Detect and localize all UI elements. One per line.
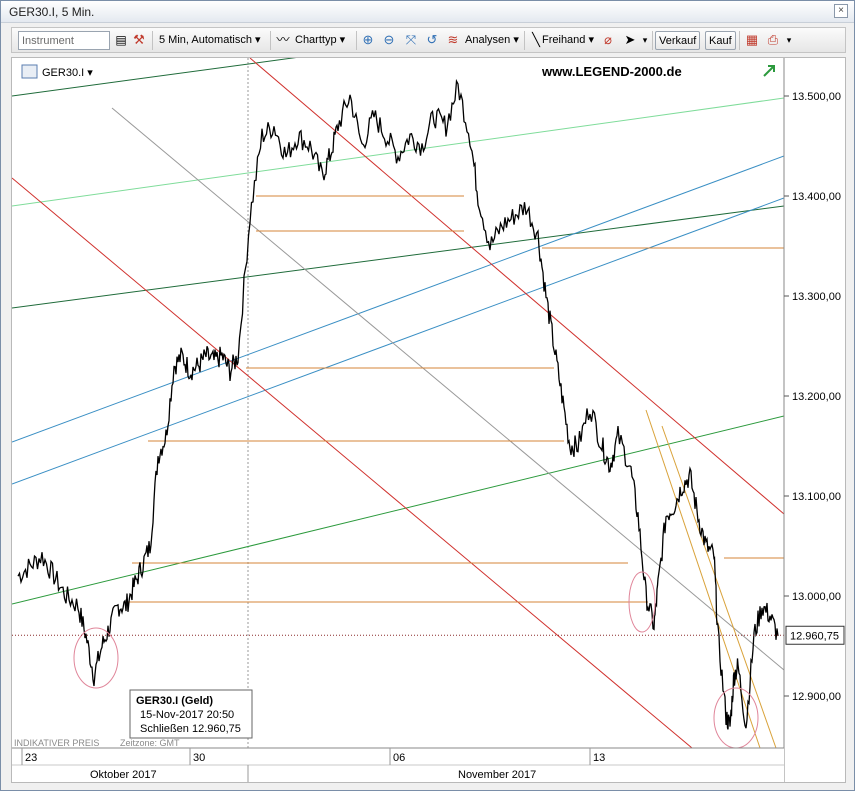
- month-label: November 2017: [458, 769, 536, 781]
- plot-background: [12, 58, 845, 782]
- instrument-list-icon[interactable]: ▤: [112, 31, 130, 49]
- price-chart[interactable]: 12.900,00 13.000,00 13.100,00 13.200,00 13.3…: [12, 58, 845, 782]
- x-tick-label: 06: [393, 752, 405, 764]
- line-chart-icon[interactable]: 〰: [274, 31, 292, 49]
- eraser-icon[interactable]: ⌀: [599, 31, 617, 49]
- y-tick-label: 13.300,00: [792, 291, 841, 303]
- chart-panel[interactable]: 12.900,00 13.000,00 13.100,00 13.200,00 13.3…: [11, 57, 846, 783]
- symbol-selector[interactable]: GER30.I ▾: [21, 64, 93, 79]
- separator: [152, 31, 153, 50]
- charttype-label: Charttyp: [295, 34, 337, 46]
- y-tick-label: 13.500,00: [792, 91, 841, 103]
- fit-icon[interactable]: ⤧: [402, 31, 420, 49]
- month-label: Oktober 2017: [90, 769, 157, 781]
- analysen-dropdown[interactable]: Analysen ▾: [465, 31, 519, 50]
- y-tick-label: 13.000,00: [792, 591, 841, 603]
- y-tick-label: 13.100,00: [792, 491, 841, 503]
- reset-icon[interactable]: ↺: [423, 31, 441, 49]
- timeframe-label: 5 Min, Automatisch: [159, 34, 252, 46]
- tooltip-close: Schließen 12.960,75: [140, 723, 241, 735]
- watermark-text: www.LEGEND-2000.de: [541, 64, 682, 79]
- price-tooltip: GER30.I (Geld) 15-Nov-2017 20:50 Schließen…: [129, 689, 253, 739]
- separator: [524, 31, 525, 50]
- close-icon[interactable]: ×: [834, 4, 848, 18]
- y-tick-label: 13.400,00: [792, 191, 841, 203]
- kauf-button[interactable]: Kauf: [705, 31, 736, 50]
- separator: [652, 31, 653, 50]
- tooltip-datetime: 15-Nov-2017 20:50: [140, 709, 234, 721]
- print-dropdown-icon[interactable]: ▾: [780, 31, 798, 49]
- tooltip-title: GER30.I (Geld): [136, 695, 213, 707]
- timeframe-dropdown[interactable]: 5 Min, Automatisch ▾: [159, 31, 261, 50]
- x-tick-label: 23: [25, 752, 37, 764]
- instrument-input[interactable]: Instrument: [18, 31, 110, 50]
- zoom-in-icon[interactable]: ⊕: [359, 31, 377, 49]
- freihand-dropdown[interactable]: Freihand ▾: [542, 31, 594, 50]
- zoom-out-icon[interactable]: ⊖: [380, 31, 398, 49]
- freihand-label: Freihand: [542, 34, 586, 46]
- y-tick-label: 13.200,00: [792, 391, 841, 403]
- analysis-icon[interactable]: ≋: [444, 31, 462, 49]
- title-bar: GER30.I, 5 Min. ×: [1, 1, 854, 23]
- x-tick-label: 30: [193, 752, 205, 764]
- timezone-label: Zeitzone: GMT: [120, 738, 180, 748]
- indicator-add-icon[interactable]: ⚒: [130, 31, 148, 49]
- separator: [739, 31, 740, 50]
- analysen-label: Analysen: [465, 34, 511, 46]
- chart-window: GER30.I, 5 Min. × Instrument ▤ ⚒ 5 Min, …: [0, 0, 855, 791]
- cfd-badge-icon: [21, 64, 38, 79]
- x-tick-label: 13: [593, 752, 605, 764]
- indicative-price-label: INDIKATIVER PREIS: [14, 738, 99, 748]
- verkauf-button[interactable]: Verkauf: [655, 31, 701, 50]
- chart-settings-icon[interactable]: ▦: [743, 31, 761, 49]
- last-price-label: 12.960,75: [790, 630, 839, 642]
- charttype-dropdown[interactable]: Charttyp ▾: [295, 31, 345, 50]
- symbol-label: GER30.I ▾: [42, 67, 93, 79]
- toolbar: Instrument ▤ ⚒ 5 Min, Automatisch ▾ 〰 Ch…: [11, 27, 846, 53]
- window-title: GER30.I, 5 Min.: [9, 5, 95, 19]
- separator: [356, 31, 357, 50]
- separator: [270, 31, 271, 50]
- y-tick-label: 12.900,00: [792, 691, 841, 703]
